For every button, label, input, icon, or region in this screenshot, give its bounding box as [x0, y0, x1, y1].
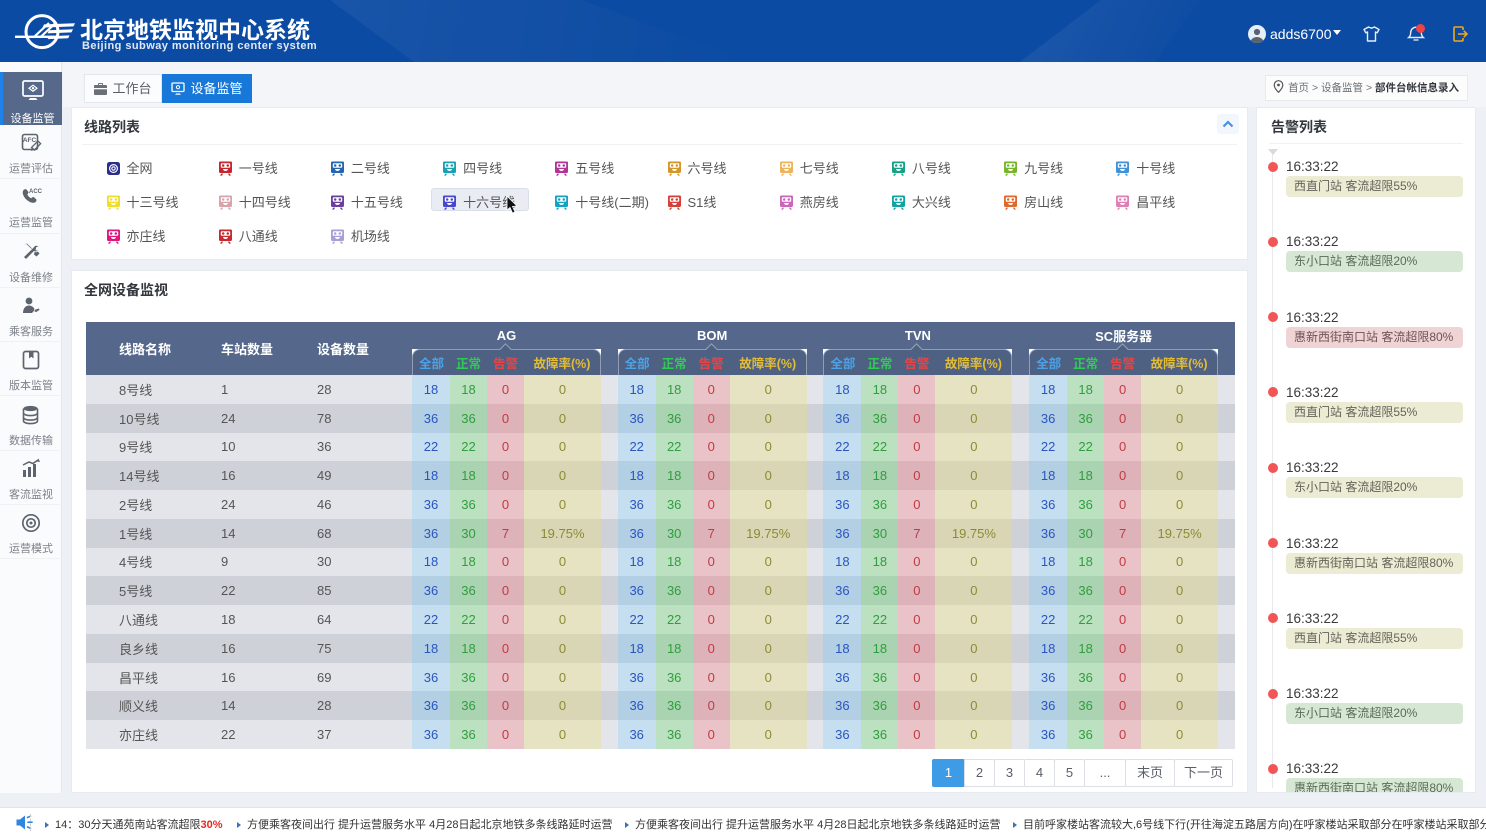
svg-text:AFC: AFC [23, 137, 37, 144]
svg-text:ACC: ACC [29, 189, 43, 195]
